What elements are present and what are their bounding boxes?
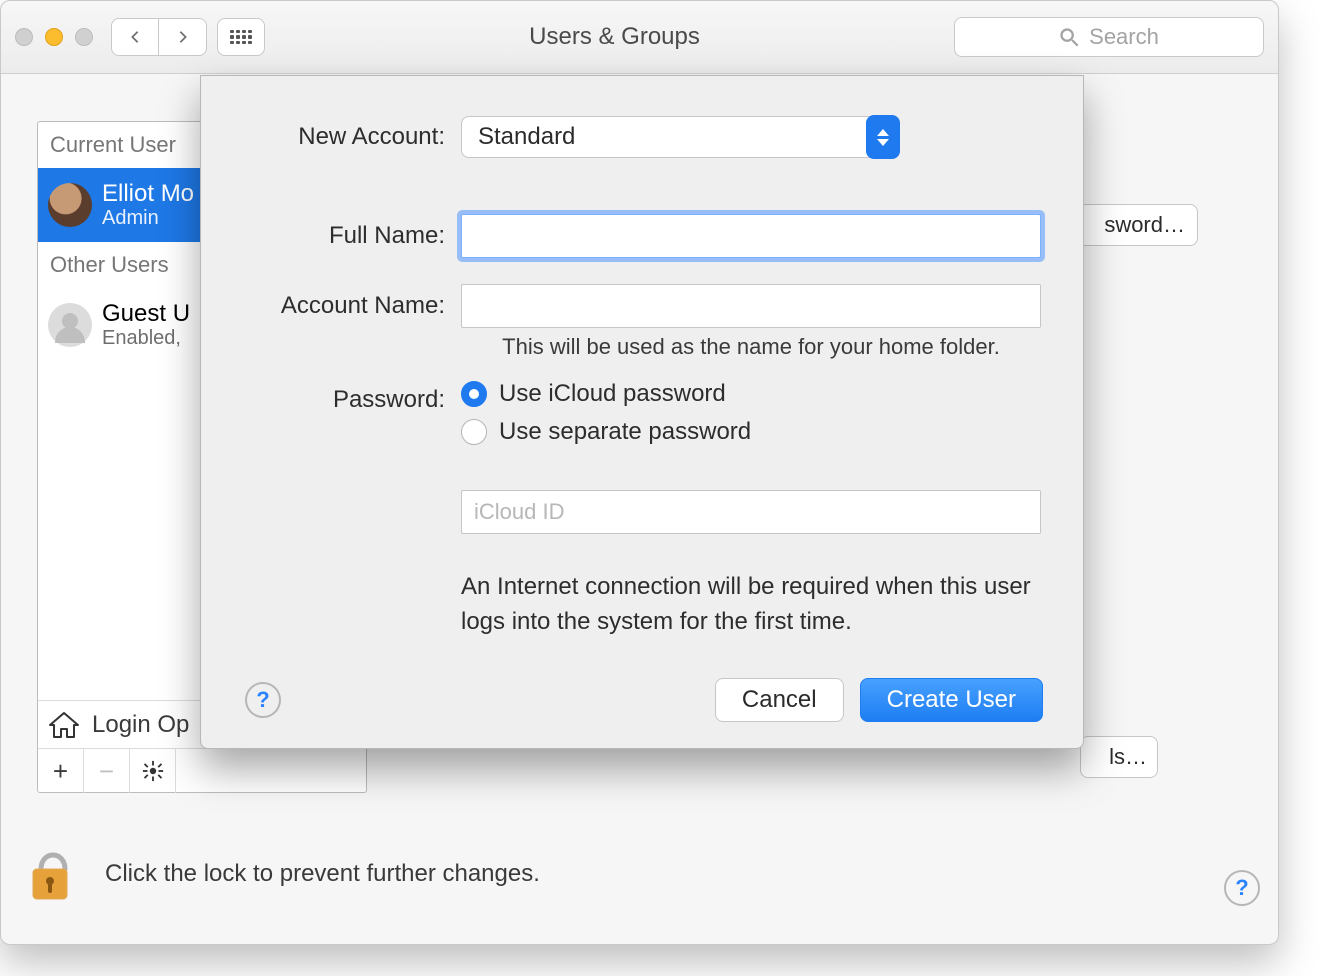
nav-buttons bbox=[111, 18, 207, 56]
change-password-button[interactable]: sword… bbox=[1078, 204, 1198, 246]
chevron-right-icon bbox=[176, 30, 190, 44]
account-name-hint: This will be used as the name for your h… bbox=[461, 334, 1041, 360]
remove-user-button[interactable]: − bbox=[84, 749, 130, 793]
search-field[interactable]: Search bbox=[954, 17, 1264, 57]
back-button[interactable] bbox=[111, 18, 159, 56]
chevron-left-icon bbox=[128, 30, 142, 44]
full-name-label: Full Name: bbox=[201, 222, 461, 250]
password-option-icloud[interactable]: Use iCloud password bbox=[461, 380, 1043, 408]
password-option-separate[interactable]: Use separate password bbox=[461, 418, 1043, 446]
icloud-note: An Internet connection will be required … bbox=[461, 570, 1041, 640]
forward-button[interactable] bbox=[159, 18, 207, 56]
guest-user-name: Guest U bbox=[102, 301, 190, 327]
sheet-footer: ? Cancel Create User bbox=[201, 678, 1043, 722]
password-option-icloud-label: Use iCloud password bbox=[499, 380, 726, 408]
select-stepper-icon bbox=[866, 115, 900, 159]
password-label: Password: bbox=[201, 386, 461, 414]
current-user-name: Elliot Mo bbox=[102, 181, 194, 207]
unlock-icon[interactable] bbox=[25, 845, 83, 903]
show-all-button[interactable] bbox=[217, 18, 265, 56]
add-user-button[interactable]: + bbox=[38, 749, 84, 793]
close-window-button[interactable] bbox=[15, 28, 33, 46]
guest-user-status: Enabled, bbox=[102, 327, 190, 349]
gear-icon bbox=[142, 760, 164, 782]
titlebar: Users & Groups Search bbox=[1, 1, 1278, 74]
new-account-label: New Account: bbox=[201, 123, 461, 151]
window-controls bbox=[15, 28, 93, 46]
maximize-window-button[interactable] bbox=[75, 28, 93, 46]
sidebar-actions-button[interactable] bbox=[130, 749, 176, 793]
new-account-sheet: New Account: Standard Full Name: Account… bbox=[200, 75, 1084, 749]
help-button[interactable]: ? bbox=[1224, 870, 1260, 906]
cancel-button[interactable]: Cancel bbox=[715, 678, 844, 722]
lock-message: Click the lock to prevent further change… bbox=[105, 860, 540, 888]
search-placeholder: Search bbox=[1089, 24, 1159, 50]
create-user-button[interactable]: Create User bbox=[860, 678, 1043, 722]
current-user-role: Admin bbox=[102, 207, 194, 229]
guest-avatar-icon bbox=[48, 303, 92, 347]
search-icon bbox=[1059, 27, 1079, 47]
minimize-window-button[interactable] bbox=[45, 28, 63, 46]
lock-row: Click the lock to prevent further change… bbox=[25, 842, 1254, 906]
icloud-id-input[interactable] bbox=[461, 490, 1041, 534]
account-name-input[interactable] bbox=[461, 284, 1041, 328]
grid-icon bbox=[230, 30, 252, 44]
new-account-select[interactable]: Standard bbox=[461, 116, 899, 158]
open-parental-controls-button[interactable]: ls… bbox=[1080, 736, 1158, 778]
window-title: Users & Groups bbox=[275, 23, 954, 51]
full-name-input[interactable] bbox=[461, 214, 1041, 258]
user-avatar-icon bbox=[48, 183, 92, 227]
house-icon bbox=[48, 711, 80, 739]
login-options-label: Login Op bbox=[92, 711, 189, 739]
sheet-help-button[interactable]: ? bbox=[245, 682, 281, 718]
sidebar-footer: + − bbox=[38, 748, 366, 792]
password-option-separate-label: Use separate password bbox=[499, 418, 751, 446]
radio-icon-checked bbox=[461, 381, 487, 407]
radio-icon bbox=[461, 419, 487, 445]
new-account-value: Standard bbox=[478, 123, 575, 151]
account-name-label: Account Name: bbox=[201, 292, 461, 320]
